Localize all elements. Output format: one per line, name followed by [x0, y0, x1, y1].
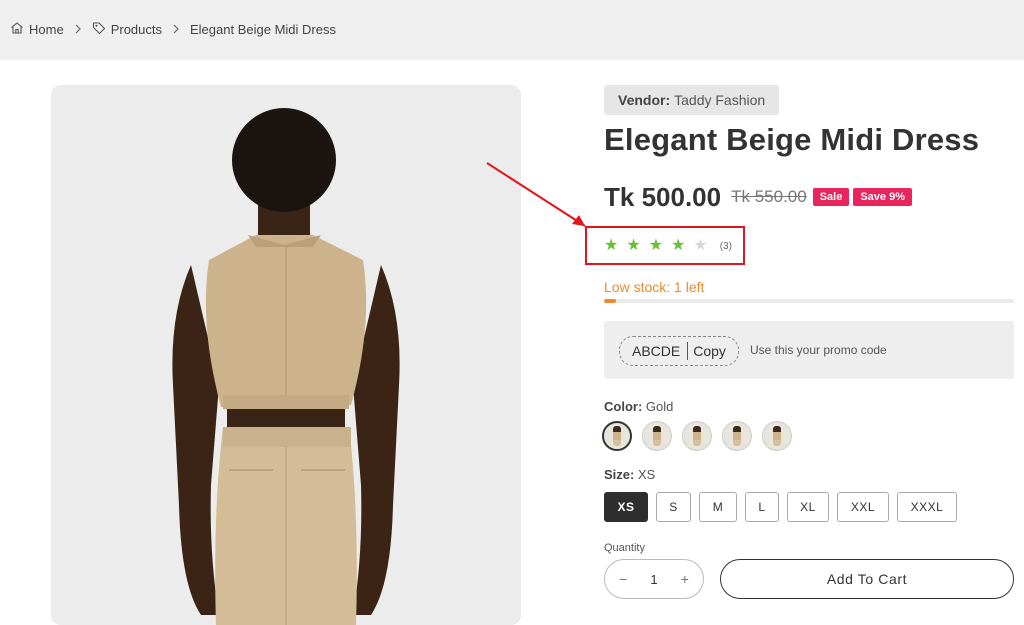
stock-bar-fill	[604, 299, 617, 303]
color-swatch-2[interactable]	[642, 421, 672, 451]
sale-badge: Sale	[812, 188, 850, 206]
copy-button[interactable]: Copy	[693, 343, 726, 359]
color-swatch-5[interactable]	[762, 421, 792, 451]
price-row: Tk 500.00 Tk 550.00 Sale Save 9%	[604, 181, 912, 213]
swatch-thumbnail	[653, 426, 661, 446]
quantity-value[interactable]: 1	[650, 572, 657, 587]
vendor-tag: Vendor: Taddy Fashion	[604, 85, 780, 115]
breadcrumb-products-link[interactable]: Products	[111, 22, 162, 37]
swatch-thumbnail	[773, 426, 781, 446]
stock-status: Low stock: 1 left	[604, 279, 705, 295]
color-swatch-4[interactable]	[722, 421, 752, 451]
size-option-l[interactable]: L	[745, 492, 779, 522]
chevron-right-icon	[74, 24, 82, 34]
promo-divider	[687, 342, 689, 360]
size-selected: XS	[637, 467, 656, 482]
size-options: XS S M L XL XXL XXXL	[604, 492, 957, 522]
save-percent-badge: Save 9%	[853, 188, 912, 206]
swatch-thumbnail	[733, 426, 741, 446]
product-image[interactable]	[51, 85, 521, 625]
breadcrumb-current: Elegant Beige Midi Dress	[190, 21, 336, 37]
color-selected: Gold	[645, 399, 674, 414]
color-label: Color:	[604, 399, 643, 414]
add-to-cart-button[interactable]: Add To Cart	[720, 559, 1014, 599]
promo-text: Use this your promo code	[750, 343, 887, 357]
promo-code-pill: ABCDE Copy	[619, 336, 739, 366]
breadcrumb-products[interactable]: Products	[92, 21, 162, 38]
quantity-increase-button[interactable]: +	[681, 571, 689, 587]
compare-at-price: Tk 550.00	[731, 187, 807, 206]
size-option-xs[interactable]: XS	[604, 492, 648, 522]
size-option-m[interactable]: M	[699, 492, 737, 522]
size-label: Size:	[604, 467, 635, 482]
size-option-xl[interactable]: XL	[787, 492, 829, 522]
promo-code: ABCDE	[632, 343, 681, 359]
stock-bar	[604, 299, 1014, 303]
product-price: Tk 500.00	[604, 181, 722, 212]
size-option-xxl[interactable]: XXL	[837, 492, 889, 522]
quantity-label: Quantity	[604, 542, 645, 554]
color-swatches	[602, 421, 792, 451]
breadcrumb-home-link[interactable]: Home	[29, 22, 64, 37]
promo-box: ABCDE Copy Use this your promo code	[604, 321, 1014, 379]
chevron-right-icon	[172, 24, 180, 34]
vendor-label: Vendor:	[618, 92, 671, 108]
home-icon	[10, 21, 24, 38]
color-label-row: Color: Gold	[604, 399, 673, 414]
breadcrumb: Home Products Elegant Beige Midi Dress	[10, 20, 336, 38]
color-swatch-3[interactable]	[682, 421, 712, 451]
vendor-name[interactable]: Taddy Fashion	[674, 92, 765, 108]
tag-icon	[92, 21, 106, 38]
swatch-thumbnail	[693, 426, 701, 446]
top-bar: Home Products Elegant Beige Midi Dress	[0, 0, 1024, 60]
quantity-stepper: − 1 +	[604, 559, 704, 599]
quantity-decrease-button[interactable]: −	[619, 571, 627, 587]
color-swatch-1[interactable]	[602, 421, 632, 451]
product-title: Elegant Beige Midi Dress	[604, 122, 980, 157]
breadcrumb-home[interactable]: Home	[10, 21, 64, 38]
swatch-thumbnail	[613, 426, 621, 446]
size-option-xxxl[interactable]: XXXL	[897, 492, 957, 522]
size-option-s[interactable]: S	[656, 492, 691, 522]
size-label-row: Size: XS	[604, 467, 655, 482]
model-back-view-image	[172, 108, 400, 625]
rating-highlight-box	[585, 226, 745, 265]
